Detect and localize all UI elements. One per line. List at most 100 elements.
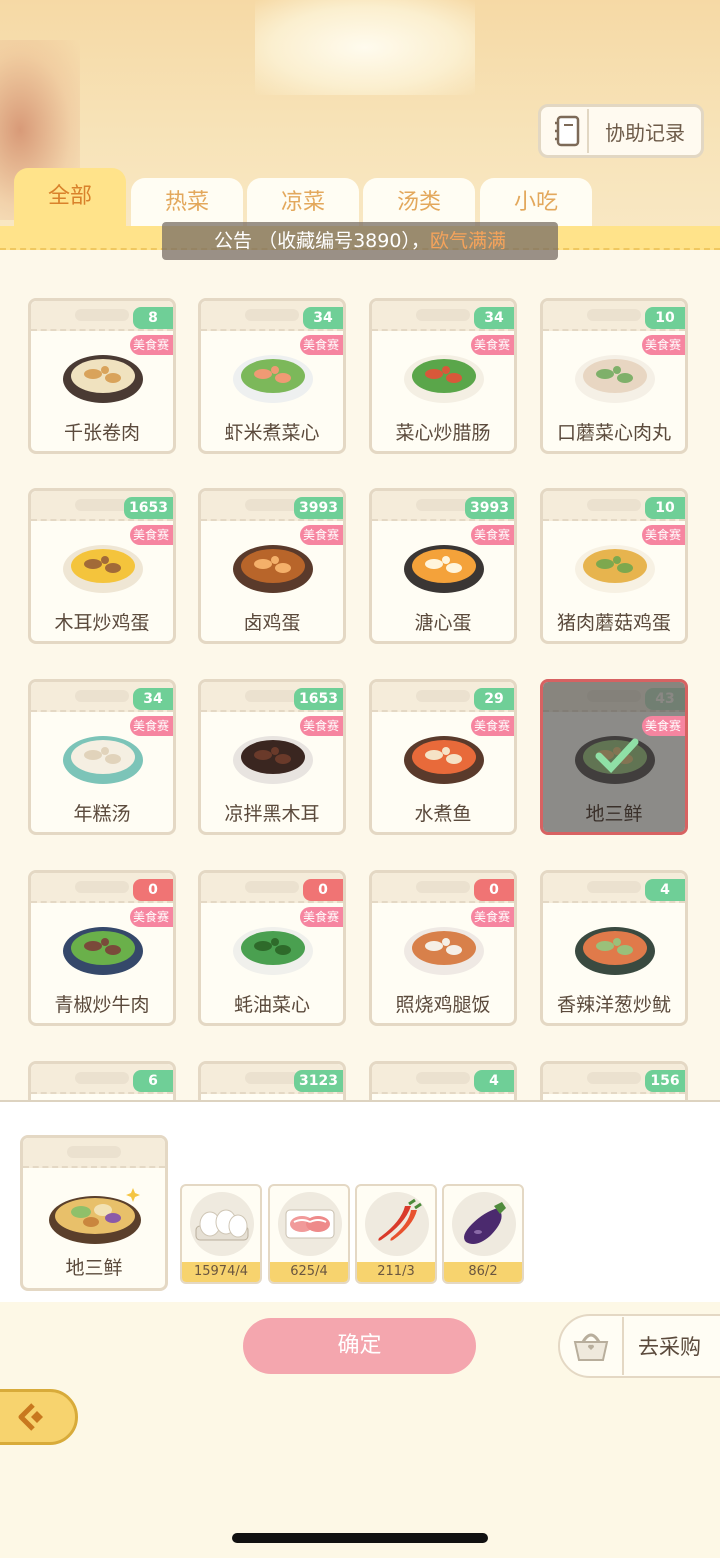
recipe-name: 溏心蛋	[414, 612, 472, 634]
recipe-card[interactable]: 1653 美食赛 凉拌黑木耳	[198, 679, 346, 835]
dish-image-di-san-xian	[49, 1188, 141, 1244]
selected-recipe-name: 地三鲜	[65, 1257, 123, 1279]
recipe-card[interactable]: 43地三鲜美食赛	[540, 679, 688, 835]
recipe-card[interactable]: 156	[540, 1061, 688, 1100]
ingredient-eggplant: 86/2	[442, 1184, 524, 1284]
ingredient-qty: 86/2	[444, 1262, 522, 1282]
recipe-detail-panel: 地三鲜 15974/4 625/4 211/3 86/2 确定 去采购	[0, 1100, 720, 1558]
chili-pepper-icon	[378, 1198, 422, 1241]
ingredient-meat: 625/4	[268, 1184, 350, 1284]
announcement-highlight: 欧气满满	[429, 230, 506, 252]
recipe-count-badge: 4	[474, 1070, 514, 1092]
eggs-icon	[195, 1209, 249, 1241]
recipe-card[interactable]: 10 美食赛 口蘑菜心肉丸	[540, 298, 688, 454]
recipe-card[interactable]: 34 美食赛 菜心炒腊肠	[369, 298, 517, 454]
recipe-name: 卤鸡蛋	[243, 612, 301, 634]
recipe-name: 凉拌黑木耳	[224, 803, 320, 825]
recipe-card[interactable]: 10 美食赛 猪肉蘑菇鸡蛋	[540, 488, 688, 644]
recipe-count-badge: 3993	[465, 497, 514, 519]
recipe-count-badge: 0	[474, 879, 514, 901]
basket-icon	[560, 1317, 624, 1375]
recipe-grid: 8 美食赛 千张卷肉 34 美食赛 虾米煮菜心 34 美食赛 菜心炒腊肠 10 美食赛 口蘑菜心肉丸 1…	[0, 262, 720, 1100]
recipe-name: 青椒炒牛肉	[54, 994, 150, 1016]
recipe-count-badge: 3123	[294, 1070, 343, 1092]
recipe-count-badge: 156	[645, 1070, 685, 1092]
recipe-name: 地三鲜	[585, 803, 643, 825]
tab-all[interactable]: 全部	[14, 168, 126, 228]
ingredient-eggs: 15974/4	[180, 1184, 262, 1284]
assist-record-label: 协助记录	[605, 120, 685, 145]
dish-image	[404, 355, 484, 403]
tab-hot-dishes[interactable]: 热菜	[131, 178, 243, 228]
recipe-name: 木耳炒鸡蛋	[54, 612, 150, 634]
recipe-card[interactable]: 3123	[198, 1061, 346, 1100]
recipe-name: 虾米煮菜心	[224, 422, 320, 444]
recipe-card[interactable]: 0 美食赛 照烧鸡腿饭	[369, 870, 517, 1026]
back-arrow-icon	[18, 1403, 43, 1431]
recipe-card[interactable]: 34 美食赛 年糕汤	[28, 679, 176, 835]
recipe-count-badge: 34	[303, 307, 343, 329]
recipe-name: 年糕汤	[73, 803, 131, 825]
recipe-count-badge: 29	[474, 688, 514, 710]
dish-image	[575, 927, 655, 975]
recipe-card[interactable]: 6	[28, 1061, 176, 1100]
ingredient-qty: 625/4	[270, 1262, 348, 1282]
recipe-count-badge: 34	[133, 688, 173, 710]
food-contest-badge: 美食赛	[641, 716, 685, 736]
recipe-count-badge: 0	[133, 879, 173, 901]
tab-soups[interactable]: 汤类	[363, 178, 475, 228]
go-shopping-label: 去采购	[638, 1335, 701, 1359]
recipe-name: 水煮鱼	[414, 803, 472, 825]
dish-image	[233, 355, 313, 403]
recipe-count-badge: 4	[645, 879, 685, 901]
dish-image	[404, 736, 484, 784]
recipe-count-badge: 34	[474, 307, 514, 329]
recipe-name: 口蘑菜心肉丸	[556, 422, 671, 444]
announcement-text: 公告 （收藏编号3890），	[214, 230, 430, 252]
recipe-name: 猪肉蘑菇鸡蛋	[556, 612, 671, 634]
ingredient-chili: 211/3	[355, 1184, 437, 1284]
ingredient-qty: 15974/4	[182, 1262, 260, 1282]
selected-recipe-card: 地三鲜	[20, 1135, 168, 1291]
recipe-count-badge: 8	[133, 307, 173, 329]
recipe-count-badge: 10	[645, 497, 685, 519]
recipe-card[interactable]: 0 美食赛 青椒炒牛肉	[28, 870, 176, 1026]
dish-image	[404, 545, 484, 593]
tab-snacks[interactable]: 小吃	[480, 178, 592, 228]
home-indicator	[232, 1533, 488, 1543]
tab-cold-dishes[interactable]: 凉菜	[247, 178, 359, 228]
back-button[interactable]	[0, 1389, 78, 1445]
recipe-name: 菜心炒腊肠	[395, 422, 491, 444]
dish-image	[63, 736, 143, 784]
dish-image	[404, 927, 484, 975]
recipe-count-badge: 1653	[294, 688, 343, 710]
dish-image	[63, 545, 143, 593]
recipe-card[interactable]: 1653 美食赛 木耳炒鸡蛋	[28, 488, 176, 644]
recipe-card[interactable]: 4	[369, 1061, 517, 1100]
recipe-card[interactable]: 0 美食赛 蚝油菜心	[198, 870, 346, 1026]
recipe-count-badge: 10	[645, 307, 685, 329]
notebook-icon	[549, 109, 589, 153]
ingredient-qty: 211/3	[357, 1262, 435, 1282]
recipe-name: 照烧鸡腿饭	[395, 994, 491, 1016]
recipe-count-badge: 6	[133, 1070, 173, 1092]
recipe-card[interactable]: 3993 美食赛 卤鸡蛋	[198, 488, 346, 644]
recipe-count-badge: 3993	[294, 497, 343, 519]
eggplant-icon	[464, 1202, 506, 1244]
announcement-banner: 公告 （收藏编号3890），欧气满满	[162, 222, 558, 260]
assist-record-button[interactable]: 协助记录	[538, 104, 704, 158]
dish-image	[63, 355, 143, 403]
dish-image	[63, 927, 143, 975]
recipe-card[interactable]: 34 美食赛 虾米煮菜心	[198, 298, 346, 454]
recipe-card[interactable]: 8 美食赛 千张卷肉	[28, 298, 176, 454]
confirm-button[interactable]: 确定	[243, 1318, 476, 1374]
dish-image	[233, 927, 313, 975]
recipe-count-badge: 1653	[124, 497, 173, 519]
go-shopping-button[interactable]: 去采购	[558, 1314, 720, 1378]
meat-slices-icon	[285, 1209, 335, 1239]
dish-image	[233, 736, 313, 784]
checkmark-icon	[595, 738, 639, 774]
recipe-card[interactable]: 3993 美食赛 溏心蛋	[369, 488, 517, 644]
recipe-card[interactable]: 29 美食赛 水煮鱼	[369, 679, 517, 835]
recipe-card[interactable]: 4 香辣洋葱炒鱿	[540, 870, 688, 1026]
